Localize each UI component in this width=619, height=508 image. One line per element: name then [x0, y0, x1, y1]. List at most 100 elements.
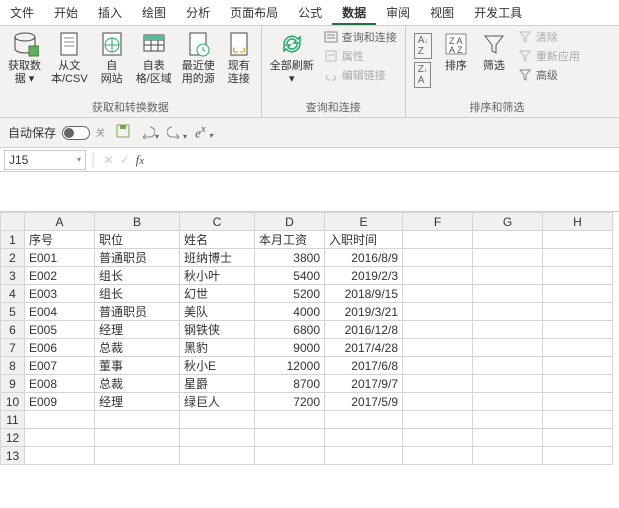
- cell[interactable]: [473, 321, 543, 339]
- cell[interactable]: 经理: [95, 393, 180, 411]
- cell[interactable]: 2016/12/8: [325, 321, 403, 339]
- cell[interactable]: [25, 429, 95, 447]
- cell[interactable]: [543, 357, 613, 375]
- cell[interactable]: [543, 447, 613, 465]
- cell[interactable]: [473, 447, 543, 465]
- cell[interactable]: [543, 339, 613, 357]
- cell[interactable]: [25, 447, 95, 465]
- cell[interactable]: 黑豹: [180, 339, 255, 357]
- cell[interactable]: [473, 429, 543, 447]
- cell[interactable]: 职位: [95, 231, 180, 249]
- cell[interactable]: [95, 411, 180, 429]
- cell[interactable]: [95, 447, 180, 465]
- cell[interactable]: E007: [25, 357, 95, 375]
- cell[interactable]: [473, 411, 543, 429]
- cell[interactable]: 董事: [95, 357, 180, 375]
- cell[interactable]: 2016/8/9: [325, 249, 403, 267]
- existing-connections-button[interactable]: 现有连接: [221, 28, 257, 88]
- cell[interactable]: [325, 447, 403, 465]
- worksheet-grid[interactable]: ABCDEFGH1序号职位姓名本月工资入职时间2E001普通职员班纳博士3800…: [0, 212, 619, 465]
- cell[interactable]: [543, 429, 613, 447]
- row-header-8[interactable]: 8: [1, 357, 25, 375]
- cell[interactable]: [473, 357, 543, 375]
- cell[interactable]: [180, 447, 255, 465]
- undo-icon[interactable]: ▾: [139, 123, 159, 142]
- cell[interactable]: 2019/3/21: [325, 303, 403, 321]
- row-header-11[interactable]: 11: [1, 411, 25, 429]
- cell[interactable]: [403, 321, 473, 339]
- menu-tab-5[interactable]: 页面布局: [220, 0, 288, 25]
- queries-connections-option[interactable]: 查询和连接: [320, 28, 401, 46]
- menu-tab-2[interactable]: 插入: [88, 0, 132, 25]
- cell[interactable]: E001: [25, 249, 95, 267]
- cell[interactable]: [180, 429, 255, 447]
- sort-asc-button[interactable]: A↓Z: [410, 32, 436, 60]
- cell[interactable]: [403, 411, 473, 429]
- cell[interactable]: [543, 321, 613, 339]
- row-header-5[interactable]: 5: [1, 303, 25, 321]
- redo-icon[interactable]: ▾: [167, 123, 187, 142]
- enter-icon[interactable]: ✓: [120, 153, 130, 167]
- menu-tab-10[interactable]: 开发工具: [464, 0, 532, 25]
- cell[interactable]: 3800: [255, 249, 325, 267]
- col-header-G[interactable]: G: [473, 213, 543, 231]
- cell[interactable]: [325, 429, 403, 447]
- cell[interactable]: [403, 285, 473, 303]
- cell[interactable]: 美队: [180, 303, 255, 321]
- from-web-button[interactable]: 自网站: [94, 28, 130, 88]
- menu-tab-6[interactable]: 公式: [288, 0, 332, 25]
- cell[interactable]: 班纳博士: [180, 249, 255, 267]
- row-header-2[interactable]: 2: [1, 249, 25, 267]
- cell[interactable]: [403, 267, 473, 285]
- cell[interactable]: [473, 285, 543, 303]
- menu-tab-9[interactable]: 视图: [420, 0, 464, 25]
- cell[interactable]: 本月工资: [255, 231, 325, 249]
- cell[interactable]: 2017/9/7: [325, 375, 403, 393]
- cell[interactable]: 总裁: [95, 339, 180, 357]
- col-header-F[interactable]: F: [403, 213, 473, 231]
- cell[interactable]: E004: [25, 303, 95, 321]
- cell[interactable]: E006: [25, 339, 95, 357]
- cell[interactable]: 经理: [95, 321, 180, 339]
- cell[interactable]: [543, 411, 613, 429]
- cell[interactable]: [473, 231, 543, 249]
- cell[interactable]: E002: [25, 267, 95, 285]
- cell[interactable]: E003: [25, 285, 95, 303]
- menu-tab-8[interactable]: 审阅: [376, 0, 420, 25]
- cell[interactable]: 秋小E: [180, 357, 255, 375]
- col-header-E[interactable]: E: [325, 213, 403, 231]
- cell[interactable]: 序号: [25, 231, 95, 249]
- advanced-filter-option[interactable]: 高级: [514, 66, 584, 84]
- cell[interactable]: [403, 393, 473, 411]
- get-data-button[interactable]: 获取数据 ▾: [4, 28, 45, 88]
- properties-option[interactable]: 属性: [320, 47, 401, 65]
- cell[interactable]: 2017/4/28: [325, 339, 403, 357]
- cell[interactable]: [473, 339, 543, 357]
- edit-links-option[interactable]: 编辑链接: [320, 66, 401, 84]
- menu-tab-1[interactable]: 开始: [44, 0, 88, 25]
- cell[interactable]: 2019/2/3: [325, 267, 403, 285]
- cell[interactable]: [473, 375, 543, 393]
- fx-icon[interactable]: fx: [136, 152, 144, 168]
- sort-desc-button[interactable]: Z↓A: [410, 61, 436, 89]
- cell[interactable]: 2017/5/9: [325, 393, 403, 411]
- cell[interactable]: [473, 303, 543, 321]
- cell[interactable]: 2018/9/15: [325, 285, 403, 303]
- cell[interactable]: [403, 303, 473, 321]
- cell[interactable]: 7200: [255, 393, 325, 411]
- cell[interactable]: 入职时间: [325, 231, 403, 249]
- row-header-3[interactable]: 3: [1, 267, 25, 285]
- cell[interactable]: E009: [25, 393, 95, 411]
- sort-button[interactable]: Z AA Z 排序: [438, 28, 474, 75]
- cancel-icon[interactable]: ✕: [104, 153, 114, 167]
- col-header-A[interactable]: A: [25, 213, 95, 231]
- cell[interactable]: [473, 267, 543, 285]
- col-header-C[interactable]: C: [180, 213, 255, 231]
- row-header-10[interactable]: 10: [1, 393, 25, 411]
- row-header-12[interactable]: 12: [1, 429, 25, 447]
- cell[interactable]: [403, 339, 473, 357]
- cell[interactable]: [473, 249, 543, 267]
- cell[interactable]: 星爵: [180, 375, 255, 393]
- row-header-1[interactable]: 1: [1, 231, 25, 249]
- cell[interactable]: 9000: [255, 339, 325, 357]
